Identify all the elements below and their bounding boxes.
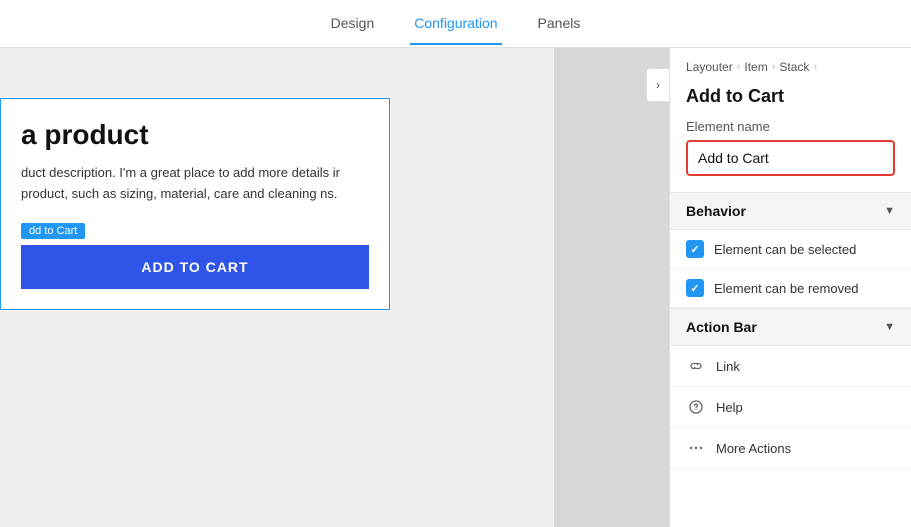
main-area: › a product duct description. I'm a grea… (0, 48, 911, 527)
help-icon (686, 397, 706, 417)
action-item-more[interactable]: More Actions (670, 428, 911, 469)
action-more-label: More Actions (716, 441, 791, 456)
action-bar-label: Action Bar (686, 319, 757, 335)
action-item-link[interactable]: Link (670, 346, 911, 387)
action-link-label: Link (716, 359, 740, 374)
tab-panels[interactable]: Panels (534, 3, 585, 45)
behavior-label: Behavior (686, 203, 746, 219)
element-name-input[interactable] (686, 140, 895, 176)
product-description: duct description. I'm a great place to a… (21, 163, 369, 205)
breadcrumb-sep-2: › (772, 61, 776, 73)
product-title: a product (21, 119, 369, 151)
tab-bar: Design Configuration Panels (0, 0, 911, 48)
element-name-label: Element name (670, 119, 911, 140)
breadcrumb-item[interactable]: Item (744, 60, 767, 74)
more-actions-icon (686, 438, 706, 458)
action-bar-section-header[interactable]: Action Bar ▼ (670, 308, 911, 346)
checkbox-selected-row[interactable]: ✓ Element can be selected (670, 230, 911, 269)
checkbox-selected-label: Element can be selected (714, 242, 856, 257)
link-icon (686, 356, 706, 376)
product-card: a product duct description. I'm a great … (0, 98, 390, 310)
checkbox-removed-check: ✓ (690, 282, 699, 295)
right-panel: Layouter › Item › Stack › Add to Cart El… (669, 48, 911, 527)
panel-title: Add to Cart (670, 82, 911, 119)
behavior-chevron-icon: ▼ (884, 205, 895, 217)
tab-design[interactable]: Design (327, 3, 379, 45)
breadcrumb-sep-1: › (737, 61, 741, 73)
preview-area: › a product duct description. I'm a grea… (0, 48, 669, 527)
tab-configuration[interactable]: Configuration (410, 3, 501, 45)
breadcrumb: Layouter › Item › Stack › (670, 48, 911, 82)
checkbox-selected-check: ✓ (690, 243, 699, 256)
action-bar-chevron-icon: ▼ (884, 321, 895, 333)
toggle-panel-button[interactable]: › (646, 68, 669, 102)
action-help-label: Help (716, 400, 743, 415)
add-to-cart-badge: dd to Cart (21, 223, 85, 239)
behavior-section-header[interactable]: Behavior ▼ (670, 192, 911, 230)
checkbox-removed-label: Element can be removed (714, 281, 859, 296)
action-item-help[interactable]: Help (670, 387, 911, 428)
checkbox-selected[interactable]: ✓ (686, 240, 704, 258)
checkbox-removed[interactable]: ✓ (686, 279, 704, 297)
breadcrumb-sep-3: › (813, 61, 817, 73)
breadcrumb-layouter[interactable]: Layouter (686, 60, 733, 74)
breadcrumb-stack[interactable]: Stack (779, 60, 809, 74)
checkbox-removed-row[interactable]: ✓ Element can be removed (670, 269, 911, 308)
gray-column (554, 48, 669, 527)
add-to-cart-button[interactable]: ADD TO CART (21, 245, 369, 289)
chevron-right-icon: › (656, 78, 660, 92)
